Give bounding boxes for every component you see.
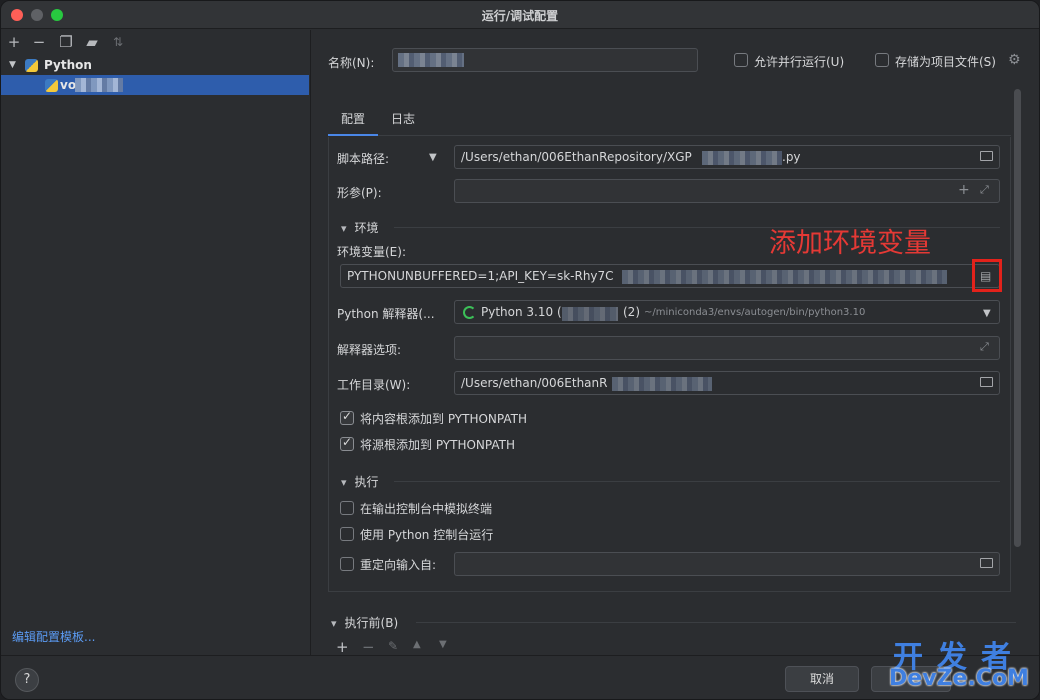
script-path-suffix: .py [782,150,801,164]
watermark-bottom-text: DevZe.CoM [889,666,1029,691]
tree-item-config[interactable]: vo [1,75,309,95]
title-bar: 运行/调试配置 [1,1,1039,29]
python-console-label: 使用 Python 控制台运行 [360,528,494,542]
minus-icon[interactable]: − [362,638,375,656]
interpreter-suffix: (2) [623,305,640,319]
before-launch-section-header[interactable]: 执行前(B) [331,614,399,631]
workdir-input[interactable]: /Users/ethan/006EthanR [454,371,1000,395]
chevron-down-icon[interactable]: ▼ [9,55,16,75]
emulate-terminal-label: 在输出控制台中模拟终端 [360,502,493,516]
python-icon [25,59,38,72]
add-content-roots-label: 将内容根添加到 PYTHONPATH [360,412,527,426]
plus-icon[interactable]: + [958,182,970,198]
script-path-label: 脚本路径: [337,152,390,166]
gear-icon[interactable]: ⚙ [1008,52,1021,68]
expand-icon[interactable]: ⤢ [980,340,989,354]
redacted-block [612,377,712,391]
params-input[interactable] [454,179,1000,203]
edit-icon[interactable]: ✎ [388,639,398,653]
annotation-highlight-box [972,259,1002,292]
allow-parallel-checkbox[interactable] [734,53,748,67]
minus-icon[interactable]: − [30,33,48,51]
vertical-scrollbar[interactable] [1014,89,1021,547]
edit-config-templates-link[interactable]: 编辑配置模板... [12,628,95,645]
workdir-label: 工作目录(W): [337,378,411,392]
folder-icon[interactable] [980,151,993,161]
store-as-file-label: 存储为项目文件(S) [895,55,996,69]
exec-section-header[interactable]: 执行 [341,473,379,490]
interpreter-label: Python 解释器(... [337,307,435,321]
folder-add-icon[interactable]: ▰ [83,33,101,51]
plus-icon[interactable]: + [5,33,23,51]
chevron-down-icon[interactable]: ▼ [429,152,437,163]
redacted-block [75,78,123,92]
plus-icon[interactable]: + [336,638,349,656]
watermark-logo: 开发者 DevZe.CoM [885,632,1033,694]
params-label: 形参(P): [337,186,382,200]
env-vars-label: 环境变量(E): [337,245,406,259]
tree-item-label: vo [60,78,77,92]
env-section-header[interactable]: 环境 [341,219,379,236]
python-icon [45,79,58,92]
cancel-button[interactable]: 取消 [785,666,859,692]
add-source-roots-label: 将源根添加到 PYTHONPATH [360,438,515,452]
env-vars-value: PYTHONUNBUFFERED=1;API_KEY=sk-Rhy7C [347,269,614,283]
config-content [328,137,1011,592]
redirect-input-checkbox[interactable] [340,557,354,571]
run-debug-config-window: 运行/调试配置 + − ❐ ▰ ⇅ ▼ Python vo 编辑配置模板... … [0,0,1040,700]
tree-group-python[interactable]: ▼ Python [1,55,309,75]
store-as-file-checkbox[interactable] [875,53,889,67]
script-path-value: /Users/ethan/006EthanRepository/XGP [461,150,692,164]
section-divider [416,622,1016,623]
copy-icon[interactable]: ❐ [57,33,75,51]
python-console-checkbox[interactable] [340,527,354,541]
arrow-up-icon[interactable]: ▲ [413,639,421,650]
section-divider [394,481,1000,482]
arrow-down-icon[interactable]: ▼ [439,639,447,650]
interpreter-path: ~/miniconda3/envs/autogen/bin/python3.10 [644,307,866,318]
folder-icon[interactable] [980,377,993,387]
chevron-down-icon[interactable]: ▼ [983,308,991,319]
help-button[interactable]: ? [15,668,39,692]
workdir-value: /Users/ethan/006EthanR [461,376,608,390]
window-title: 运行/调试配置 [481,9,559,23]
interpreter-name: Python 3.10 ( [481,305,562,319]
tree-group-label: Python [44,58,92,72]
tree-toolbar: + − ❐ ▰ ⇅ [1,30,310,54]
add-content-roots-checkbox[interactable] [340,409,354,425]
redacted-block [622,270,947,284]
redirect-input-field[interactable] [454,552,1000,576]
allow-parallel-label: 允许并行运行(U) [754,55,845,69]
redacted-block [562,307,618,321]
tab-log[interactable]: 日志 [378,108,428,136]
loading-icon [463,306,476,319]
name-label: 名称(N): [328,56,375,70]
folder-icon[interactable] [980,558,993,568]
interpreter-options-input[interactable] [454,336,1000,360]
expand-icon[interactable]: ⤢ [980,183,989,197]
emulate-terminal-checkbox[interactable] [340,501,354,515]
add-source-roots-checkbox[interactable] [340,435,354,451]
redacted-block [702,151,782,165]
redacted-block [398,53,464,67]
annotation-text: 添加环境变量 [769,228,931,259]
redirect-input-label: 重定向输入自: [360,558,437,572]
interpreter-options-label: 解释器选项: [337,343,402,357]
config-detail-panel: 名称(N): 允许并行运行(U) 存储为项目文件(S) ⚙ 配置 日志 脚本路径… [312,30,1039,656]
config-tabs: 配置 日志 [328,108,1011,136]
config-tree-panel: + − ❐ ▰ ⇅ ▼ Python vo 编辑配置模板... [1,30,311,655]
tab-config[interactable]: 配置 [328,108,378,136]
sort-icon[interactable]: ⇅ [109,33,127,51]
